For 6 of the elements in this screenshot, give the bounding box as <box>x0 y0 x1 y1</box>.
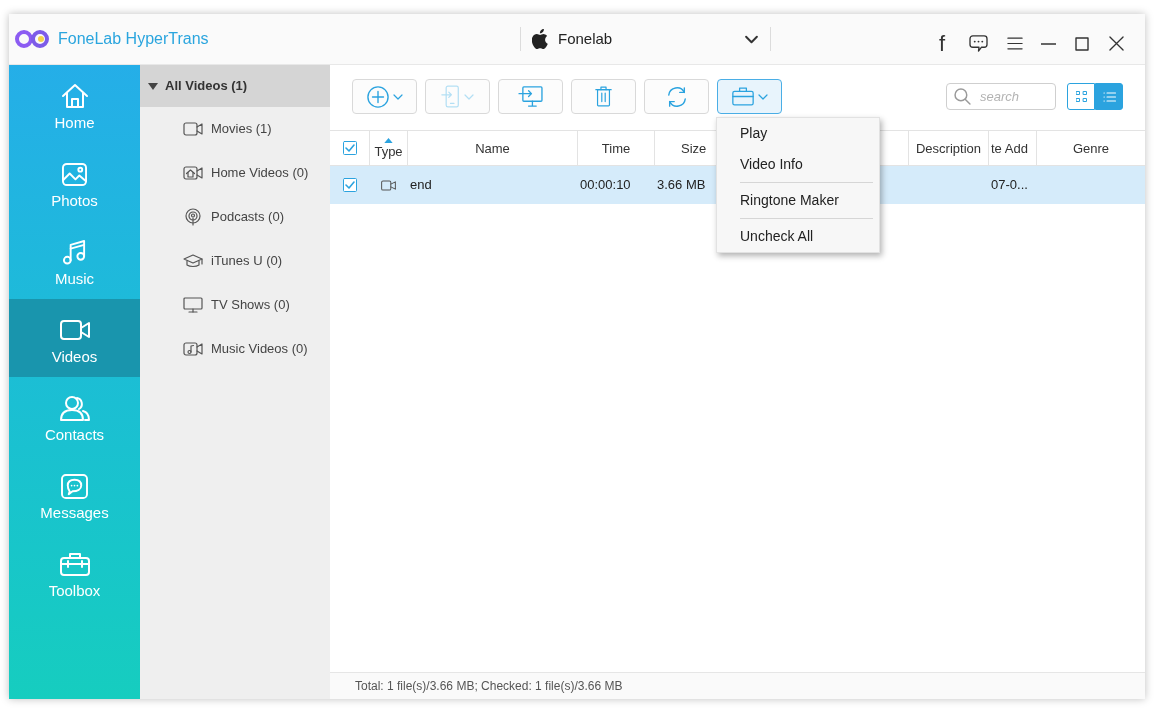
app-title: FoneLab HyperTrans <box>58 29 209 49</box>
table-cell-text: 00:00:10 <box>579 176 632 195</box>
status-text: Total: 1 file(s)/3.66 MB; Checked: 1 file(s)/3.66 MB <box>355 678 623 695</box>
table-cell-text: 07-0... <box>990 176 1029 195</box>
table-cell-text: 3.66 MB <box>656 176 707 195</box>
table-cell-text: end <box>409 176 433 195</box>
